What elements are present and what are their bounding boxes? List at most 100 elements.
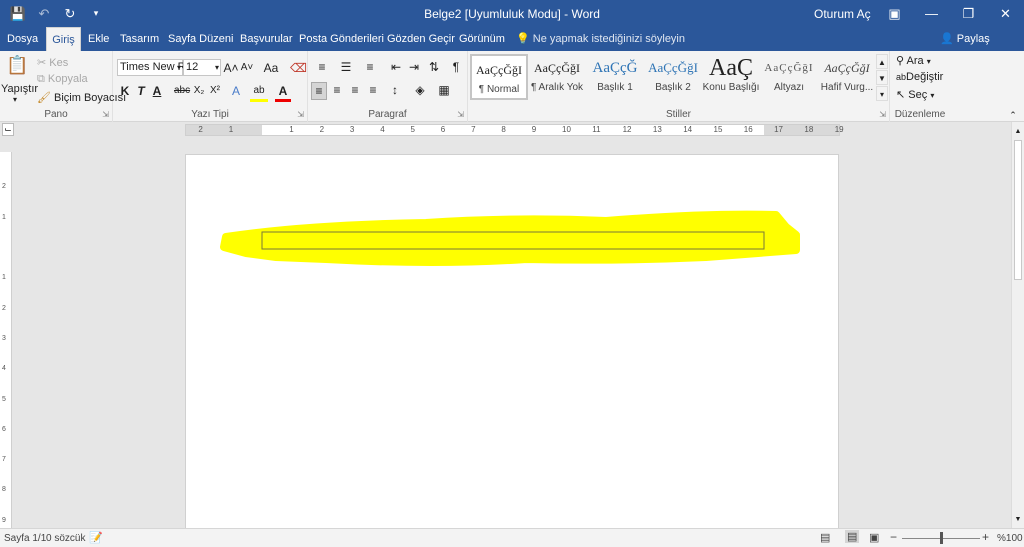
select-button[interactable]: ↖ Seç ▾ [896,88,934,101]
horizontal-ruler[interactable]: 2 1 1 2 3 4 5 6 7 8 9 10 11 12 13 14 15 16 17 18 19 [185,124,844,136]
strikethrough-icon[interactable]: abc [174,83,190,99]
print-layout-icon[interactable]: ▤ [845,530,860,543]
web-layout-icon[interactable]: ▣ [869,531,879,544]
clear-formatting-icon[interactable]: ⌫ [290,60,307,76]
numbering-icon[interactable]: ☰ [336,59,356,75]
style-heading-2[interactable]: AaÇçĞğI Başlık 2 [644,54,702,100]
replace-button[interactable]: abDeğiştir [896,71,943,83]
zoom-out-icon[interactable]: − [890,530,897,544]
multilevel-list-icon[interactable]: ≡ [360,59,380,75]
sort-icon[interactable]: ⇅ [426,59,442,75]
find-button[interactable]: ⚲ Ara ▾ [896,54,931,67]
font-dialog-launcher-icon[interactable]: ⇲ [297,110,304,119]
superscript-icon[interactable]: X² [208,83,222,99]
styles-scroll-down-icon[interactable]: ▼ [876,70,888,85]
decrease-indent-icon[interactable]: ⇤ [388,59,404,75]
justify-icon[interactable]: ≡ [365,82,381,98]
line-spacing-icon[interactable]: ↕ [385,82,405,98]
paragraph-dialog-launcher-icon[interactable]: ⇲ [457,110,464,119]
styles-more-icon[interactable]: ▾ [876,86,888,101]
tell-me-box[interactable]: 💡 Ne yapmak istediğinizi söyleyin [516,27,685,51]
minimize-icon[interactable]: — [913,0,950,27]
document-area[interactable] [13,138,1011,528]
page-count[interactable]: Sayfa 1/1 [4,533,46,544]
change-case-icon[interactable]: Aa [260,60,282,76]
sign-in-link[interactable]: Oturum Aç [814,7,871,21]
tab-references[interactable]: Başvurular [240,27,293,51]
paste-button[interactable]: Yapıştır [1,83,38,95]
text-effects-icon[interactable]: A [228,83,244,99]
undo-icon[interactable]: ↶ [32,5,56,22]
tab-layout[interactable]: Sayfa Düzeni [168,27,233,51]
bullets-icon[interactable]: ≡ [312,59,332,75]
subscript-icon[interactable]: X₂ [192,83,206,99]
tab-design[interactable]: Tasarım [120,27,159,51]
grow-font-icon[interactable]: A˄ [223,60,239,76]
copy-label: Kopyala [47,73,88,85]
align-left-icon[interactable]: ≡ [311,82,327,100]
tab-home[interactable]: Giriş [46,27,81,52]
ruler-tick-label: 6 [2,425,6,433]
zoom-level[interactable]: %100 [997,533,1023,544]
document-page[interactable] [185,154,839,528]
font-size-select[interactable]: 12 ▾ [183,59,221,76]
page-canvas [220,210,800,266]
save-icon[interactable]: 💾 [6,5,30,22]
tab-selector-icon[interactable]: ⌙ [2,123,14,136]
scroll-thumb[interactable] [1014,140,1022,280]
shading-icon[interactable]: ◈ [410,82,430,98]
borders-icon[interactable]: ▦ [434,82,454,98]
highlight-color-icon[interactable]: ab [250,83,268,102]
clipboard-icon[interactable]: 📋 [6,56,28,81]
style-normal[interactable]: AaÇçĞğI ¶ Normal [470,54,528,100]
vertical-scrollbar[interactable]: ▲ ▼ [1011,122,1024,528]
style-subtitle[interactable]: AaÇçĞğI Altyazı [760,54,818,100]
ruler-tick-label: 8 [501,125,506,134]
dialog-launcher-icon[interactable]: ⇲ [102,110,109,119]
bold-icon[interactable]: K [118,83,132,99]
italic-icon[interactable]: T [134,83,148,99]
vertical-ruler[interactable]: 2 1 1 2 3 4 5 6 7 8 9 [0,152,12,528]
proofing-icon[interactable]: 📝 [89,531,103,544]
zoom-slider-thumb[interactable] [940,532,943,544]
tab-view[interactable]: Görünüm [459,27,505,51]
ribbon-display-options-icon[interactable]: ▣ [876,0,913,27]
share-button[interactable]: 👤 Paylaş [940,27,990,51]
word-count[interactable]: 0 sözcük [46,533,85,544]
tab-mailings[interactable]: Posta Gönderileri [299,27,384,51]
brush-icon: 🖌 [37,92,51,104]
tab-review[interactable]: Gözden Geçir [387,27,455,51]
shrink-font-icon[interactable]: A˅ [239,60,255,76]
copy-button[interactable]: ⧉ Kopyala [37,73,88,86]
restore-icon[interactable]: ❐ [950,0,987,27]
align-center-icon[interactable]: ≡ [329,82,345,98]
paste-dropdown-icon[interactable]: ▾ [13,95,17,104]
ruler-tick-label: 2 [2,304,6,312]
align-right-icon[interactable]: ≡ [347,82,363,98]
close-icon[interactable]: ✕ [987,0,1024,27]
style-no-spacing[interactable]: AaÇçĞğI ¶ Aralık Yok [528,54,586,100]
show-marks-icon[interactable]: ¶ [448,59,464,75]
tab-insert[interactable]: Ekle [88,27,109,51]
customize-qat-icon[interactable]: ▾ [84,5,108,22]
styles-dialog-launcher-icon[interactable]: ⇲ [879,110,886,119]
scroll-up-icon[interactable]: ▲ [1012,124,1024,140]
tab-file[interactable]: Dosya [7,27,38,51]
cut-button[interactable]: ✂ Kes [37,56,68,69]
zoom-in-icon[interactable]: + [982,530,989,544]
style-title[interactable]: AaÇ Konu Başlığı [702,54,760,100]
font-color-icon[interactable]: A [275,83,291,102]
scroll-down-icon[interactable]: ▼ [1012,512,1024,528]
ruler-tick-label: 5 [2,395,6,403]
increase-indent-icon[interactable]: ⇥ [406,59,422,75]
styles-scroll-up-icon[interactable]: ▲ [876,54,888,69]
quick-access-toolbar: 💾 ↶ ↻ ▾ [6,5,108,22]
redo-icon[interactable]: ↻ [58,5,82,22]
style-name: Altyazı [773,82,804,93]
collapse-ribbon-icon[interactable]: ⌃ [1006,107,1020,123]
font-name-select[interactable]: Times New R ▾ [117,59,186,76]
style-subtle-emphasis[interactable]: AaÇçĞğI Hafif Vurg... [818,54,876,100]
read-mode-icon[interactable]: ▤ [820,531,830,544]
style-heading-1[interactable]: AaÇçĞ Başlık 1 [586,54,644,100]
underline-icon[interactable]: A [150,83,164,99]
